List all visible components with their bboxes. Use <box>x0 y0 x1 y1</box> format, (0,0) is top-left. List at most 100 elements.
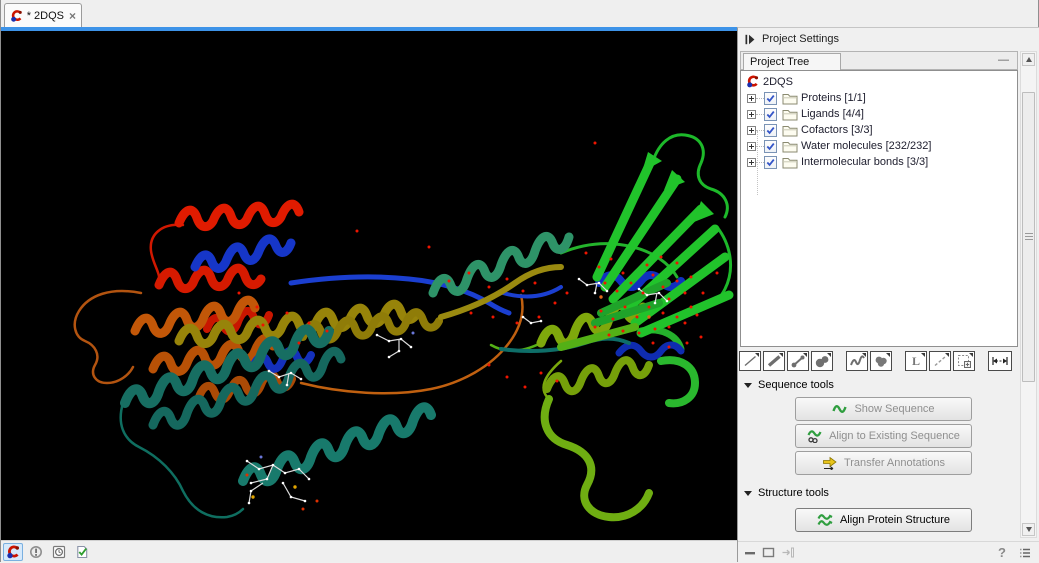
dock-view-icon[interactable] <box>781 547 795 558</box>
tree-item-ligands[interactable]: Ligands [4/4] <box>741 106 1017 122</box>
tab-close-icon[interactable]: × <box>69 9 76 23</box>
molecule-icon <box>6 545 20 559</box>
project-tree-header: Project Tree — <box>740 51 1018 70</box>
expand-icon[interactable] <box>747 158 756 167</box>
display-toolbar: L <box>739 350 1014 372</box>
folder-icon <box>782 156 798 169</box>
checkbox-checked[interactable] <box>764 124 777 137</box>
restore-view-icon[interactable] <box>762 547 775 558</box>
tree-dots <box>756 130 764 131</box>
exclamation-circle-icon <box>29 545 43 559</box>
stick-button[interactable] <box>763 351 785 371</box>
issues-view-button[interactable] <box>26 543 46 561</box>
tree-root-node[interactable]: 2DQS <box>741 71 1017 90</box>
checkbox-checked[interactable] <box>764 156 777 169</box>
arrow-down-icon <box>1026 527 1032 532</box>
tab-bar: * 2DQS × <box>1 0 1038 27</box>
folder-icon <box>782 92 798 105</box>
help-icon[interactable]: ? <box>998 545 1006 560</box>
scrollbar-thumb[interactable] <box>1022 92 1035 382</box>
scroll-up-button[interactable] <box>1022 53 1035 66</box>
molecule-project-view-button[interactable] <box>3 543 23 561</box>
label-button[interactable]: L <box>905 351 927 371</box>
structure-tools-header[interactable]: Structure tools <box>744 487 829 499</box>
tree-root-label: 2DQS <box>763 76 793 88</box>
project-tree-title: Project Tree <box>750 56 809 68</box>
surface-button[interactable] <box>870 351 892 371</box>
checkbox-checked[interactable] <box>764 140 777 153</box>
element-info-view-button[interactable] <box>72 543 92 561</box>
align-protein-structure-button[interactable]: Align Protein Structure <box>795 508 972 532</box>
side-panel: Project Settings Project Tree — 2DQS <box>737 27 1039 562</box>
dashed-line-button[interactable] <box>929 351 951 371</box>
tab-title: * 2DQS <box>27 10 64 22</box>
project-settings-header[interactable]: Project Settings <box>738 28 1039 50</box>
protein-structure-rendering[interactable] <box>1 31 737 540</box>
transfer-annotations-label: Transfer Annotations <box>844 457 945 469</box>
show-sequence-button[interactable]: Show Sequence <box>795 397 972 421</box>
minimize-panel-icon[interactable]: — <box>998 52 1009 69</box>
ball-and-stick-button[interactable] <box>787 351 809 371</box>
expand-sidebar-icon <box>745 34 755 45</box>
tree-dots <box>756 146 764 147</box>
scrollbar-grip <box>1025 233 1033 242</box>
project-tree: 2DQS Proteins [1/1] Ligands [4/4] Cofact… <box>740 70 1018 347</box>
view-settings-icon[interactable] <box>1018 547 1032 559</box>
side-panel-scrollbar[interactable] <box>1020 51 1037 538</box>
molecule-icon <box>10 9 23 23</box>
wireframe-button[interactable] <box>739 351 761 371</box>
expand-icon[interactable] <box>747 110 756 119</box>
folder-icon <box>782 140 798 153</box>
selection-box-button[interactable] <box>953 351 975 371</box>
molecule-icon <box>746 75 759 88</box>
sequence-tools-header[interactable]: Sequence tools <box>744 379 834 391</box>
selection-box-icon <box>956 354 972 368</box>
dashed-line-icon <box>932 354 948 368</box>
align-sequence-icon <box>807 430 823 443</box>
surface-icon <box>873 354 889 368</box>
history-view-button[interactable] <box>49 543 69 561</box>
tree-item-proteins[interactable]: Proteins [1/1] <box>741 90 1017 106</box>
align-to-existing-sequence-button[interactable]: Align to Existing Sequence <box>795 424 972 448</box>
distance-button[interactable] <box>988 351 1012 371</box>
expand-icon[interactable] <box>747 142 756 151</box>
space-filling-button[interactable] <box>811 351 833 371</box>
space-filling-icon <box>814 354 830 368</box>
backbone-button[interactable] <box>846 351 868 371</box>
tree-item-cofactors[interactable]: Cofactors [3/3] <box>741 122 1017 138</box>
transfer-annotations-icon <box>822 456 838 470</box>
tree-item-label: Proteins [1/1] <box>801 92 866 104</box>
application-window: * 2DQS × <box>0 0 1039 562</box>
tree-item-label: Ligands [4/4] <box>801 108 864 120</box>
expand-icon[interactable] <box>747 126 756 135</box>
side-panel-bottom-bar: ? <box>738 541 1039 563</box>
tree-item-intermolecular-bonds[interactable]: Intermolecular bonds [3/3] <box>741 154 1017 170</box>
arrow-up-icon <box>1026 57 1032 62</box>
tree-item-label: Water molecules [232/232] <box>801 140 931 152</box>
distance-icon <box>991 354 1009 368</box>
scroll-down-button[interactable] <box>1022 523 1035 536</box>
expand-icon[interactable] <box>747 94 756 103</box>
sequence-wave-icon <box>832 403 848 415</box>
label-icon: L <box>912 354 920 369</box>
project-settings-label: Project Settings <box>762 33 839 45</box>
align-sequence-label: Align to Existing Sequence <box>829 430 960 442</box>
tree-item-water-molecules[interactable]: Water molecules [232/232] <box>741 138 1017 154</box>
checkbox-checked[interactable] <box>764 108 777 121</box>
show-sequence-label: Show Sequence <box>854 403 934 415</box>
folder-icon <box>782 108 798 121</box>
tab-2dqs[interactable]: * 2DQS × <box>4 3 82 27</box>
collapse-triangle-icon <box>744 491 752 496</box>
molecule-canvas[interactable] <box>1 31 737 540</box>
tree-item-label: Cofactors [3/3] <box>801 124 873 136</box>
sequence-tools-label: Sequence tools <box>758 379 834 391</box>
transfer-annotations-button[interactable]: Transfer Annotations <box>795 451 972 475</box>
align-structure-icon <box>817 514 834 527</box>
checkbox-checked[interactable] <box>764 92 777 105</box>
collapse-triangle-icon <box>744 383 752 388</box>
tree-item-label: Intermolecular bonds [3/3] <box>801 156 928 168</box>
structure-viewer <box>1 27 737 562</box>
clock-icon <box>52 545 66 559</box>
project-tree-tab[interactable]: Project Tree <box>743 53 841 70</box>
minimize-view-icon[interactable] <box>744 548 756 558</box>
